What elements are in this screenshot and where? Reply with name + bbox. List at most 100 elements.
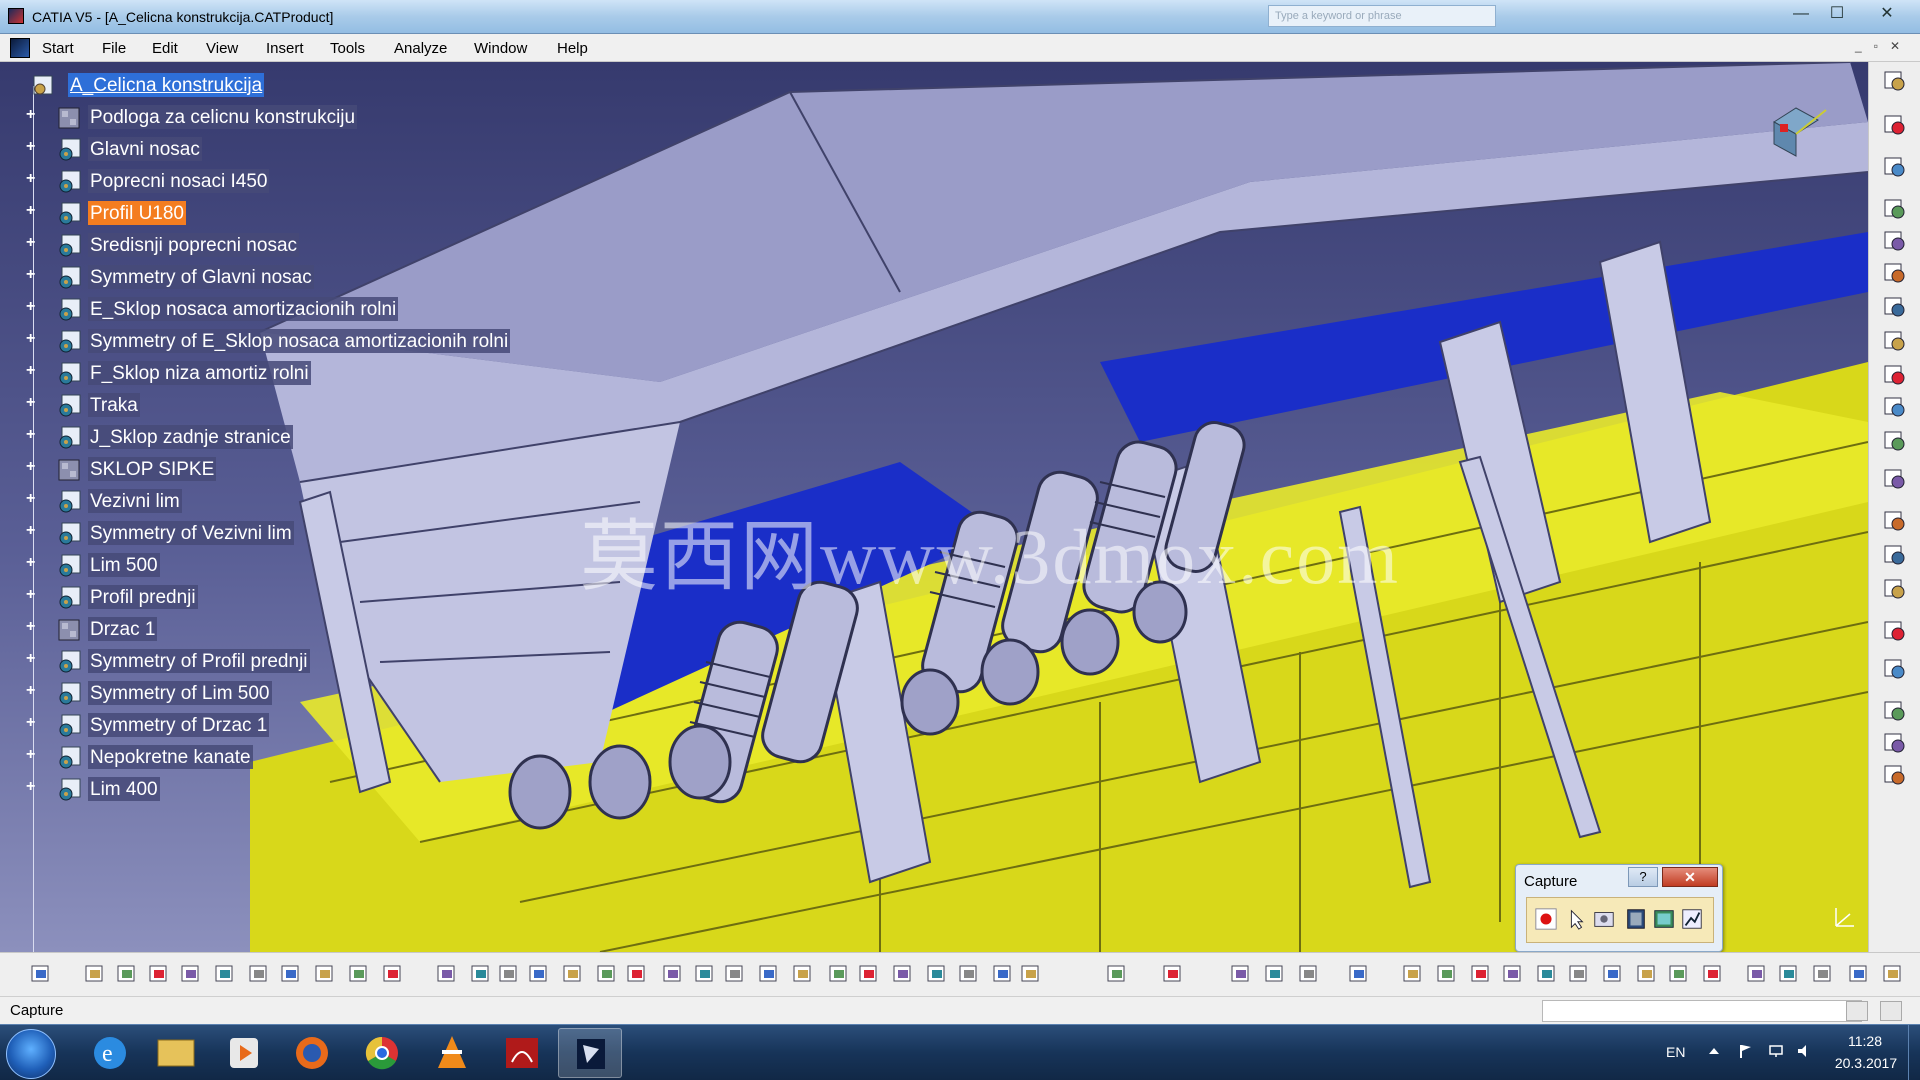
capture-options-icon[interactable]: [1591, 906, 1617, 932]
vlc-taskbar-button[interactable]: [420, 1028, 484, 1078]
toolbar-tool-icon[interactable]: [468, 961, 494, 987]
expand-icon[interactable]: +: [26, 299, 40, 315]
expand-icon[interactable]: +: [26, 235, 40, 251]
status-magnify-button[interactable]: [1880, 1001, 1902, 1021]
toolbar-tool-icon[interactable]: [1810, 961, 1836, 987]
toolbar-tool-icon[interactable]: [856, 961, 882, 987]
expand-icon[interactable]: +: [26, 683, 40, 699]
toolbar-tool-icon[interactable]: [1881, 154, 1909, 180]
toolbar-tool-icon[interactable]: [594, 961, 620, 987]
toolbar-tool-icon[interactable]: [1881, 656, 1909, 682]
menu-start[interactable]: Start: [42, 40, 74, 57]
toolbar-tool-icon[interactable]: [826, 961, 852, 987]
file-explorer-taskbar-button[interactable]: [144, 1028, 208, 1078]
toolbar-tool-icon[interactable]: [692, 961, 718, 987]
expand-icon[interactable]: +: [26, 779, 40, 795]
toolbar-tool-icon[interactable]: [924, 961, 950, 987]
capture-dialog[interactable]: Capture ? ✕: [1515, 864, 1723, 952]
minimize-button[interactable]: —: [1782, 3, 1820, 27]
toolbar-tool-icon[interactable]: [1881, 260, 1909, 286]
toolbar-tool-icon[interactable]: [1881, 394, 1909, 420]
expand-icon[interactable]: +: [26, 523, 40, 539]
toolbar-tool-icon[interactable]: [434, 961, 460, 987]
expand-icon[interactable]: +: [26, 395, 40, 411]
toolbar-tool-icon[interactable]: [312, 961, 338, 987]
catia-app-icon[interactable]: [8, 8, 24, 24]
toolbar-tool-icon[interactable]: [990, 961, 1016, 987]
toolbar-tool-icon[interactable]: [890, 961, 916, 987]
toolbar-tool-icon[interactable]: [1228, 961, 1254, 987]
toolbar-tool-icon[interactable]: [1881, 698, 1909, 724]
3d-viewport[interactable]: A_Celicna konstrukcija + Podloga za celic…: [0, 62, 1868, 952]
toolbar-tool-icon[interactable]: [1346, 961, 1372, 987]
show-desktop-button[interactable]: [1908, 1025, 1920, 1080]
expand-icon[interactable]: +: [26, 747, 40, 763]
toolbar-tool-icon[interactable]: [1881, 112, 1909, 138]
toolbar-tool-icon[interactable]: [956, 961, 982, 987]
toolbar-tool-icon[interactable]: [1104, 961, 1130, 987]
settings-icon[interactable]: [1679, 906, 1705, 932]
toolbar-tool-icon[interactable]: [1500, 961, 1526, 987]
toolbar-tool-icon[interactable]: [1881, 618, 1909, 644]
network-icon[interactable]: [1768, 1043, 1784, 1059]
toolbar-tool-icon[interactable]: [1881, 196, 1909, 222]
chrome-taskbar-button[interactable]: [350, 1028, 414, 1078]
expand-icon[interactable]: +: [26, 491, 40, 507]
record-icon[interactable]: [1533, 906, 1559, 932]
menu-window[interactable]: Window: [474, 40, 527, 57]
toolbar-tool-icon[interactable]: [1468, 961, 1494, 987]
toolbar-tool-icon[interactable]: [1880, 961, 1906, 987]
toolbar-tool-icon[interactable]: [1400, 961, 1426, 987]
menu-file[interactable]: File: [102, 40, 126, 57]
search-input[interactable]: Type a keyword or phrase: [1268, 5, 1496, 27]
tray-expand-icon[interactable]: [1706, 1043, 1722, 1059]
expand-icon[interactable]: +: [26, 331, 40, 347]
toolbar-tool-icon[interactable]: [1881, 762, 1909, 788]
expand-icon[interactable]: +: [26, 715, 40, 731]
expand-icon[interactable]: +: [26, 139, 40, 155]
toolbar-tool-icon[interactable]: [1881, 328, 1909, 354]
album-icon[interactable]: [1623, 906, 1649, 932]
internet-explorer-taskbar-button[interactable]: e: [78, 1028, 142, 1078]
toolbar-tool-icon[interactable]: [114, 961, 140, 987]
acrobat-taskbar-button[interactable]: [490, 1028, 554, 1078]
expand-icon[interactable]: +: [26, 203, 40, 219]
image-icon[interactable]: [1651, 906, 1677, 932]
firefox-taskbar-button[interactable]: [280, 1028, 344, 1078]
toolbar-tool-icon[interactable]: [1262, 961, 1288, 987]
expand-icon[interactable]: +: [26, 427, 40, 443]
clock-date[interactable]: 20.3.2017: [1826, 1055, 1906, 1071]
toolbar-tool-icon[interactable]: [146, 961, 172, 987]
maximize-button[interactable]: ☐: [1818, 3, 1856, 27]
toolbar-tool-icon[interactable]: [790, 961, 816, 987]
toolbar-tool-icon[interactable]: [1776, 961, 1802, 987]
menu-insert[interactable]: Insert: [266, 40, 304, 57]
action-center-flag-icon[interactable]: [1738, 1043, 1754, 1059]
menu-edit[interactable]: Edit: [152, 40, 178, 57]
close-button[interactable]: ✕: [1862, 3, 1912, 27]
toolbar-tool-icon[interactable]: [212, 961, 238, 987]
expand-icon[interactable]: +: [26, 619, 40, 635]
toolbar-tool-icon[interactable]: [1566, 961, 1592, 987]
start-button[interactable]: [6, 1029, 56, 1079]
language-indicator[interactable]: EN: [1666, 1044, 1685, 1060]
toolbar-tool-icon[interactable]: [1744, 961, 1770, 987]
expand-icon[interactable]: +: [26, 363, 40, 379]
expand-icon[interactable]: +: [26, 267, 40, 283]
toolbar-tool-icon[interactable]: [1881, 68, 1909, 94]
toolbar-tool-icon[interactable]: [1881, 466, 1909, 492]
toolbar-tool-icon[interactable]: [28, 961, 54, 987]
expand-icon[interactable]: +: [26, 587, 40, 603]
toolbar-tool-icon[interactable]: [1881, 576, 1909, 602]
expand-icon[interactable]: +: [26, 171, 40, 187]
toolbar-tool-icon[interactable]: [1634, 961, 1660, 987]
command-input[interactable]: [1542, 1000, 1862, 1022]
catia-logo-icon[interactable]: [10, 38, 30, 58]
toolbar-tool-icon[interactable]: [1434, 961, 1460, 987]
expand-icon[interactable]: +: [26, 459, 40, 475]
expand-icon[interactable]: +: [26, 107, 40, 123]
toolbar-tool-icon[interactable]: [660, 961, 686, 987]
status-toggle-button[interactable]: [1846, 1001, 1868, 1021]
toolbar-tool-icon[interactable]: [178, 961, 204, 987]
toolbar-tool-icon[interactable]: [1160, 961, 1186, 987]
